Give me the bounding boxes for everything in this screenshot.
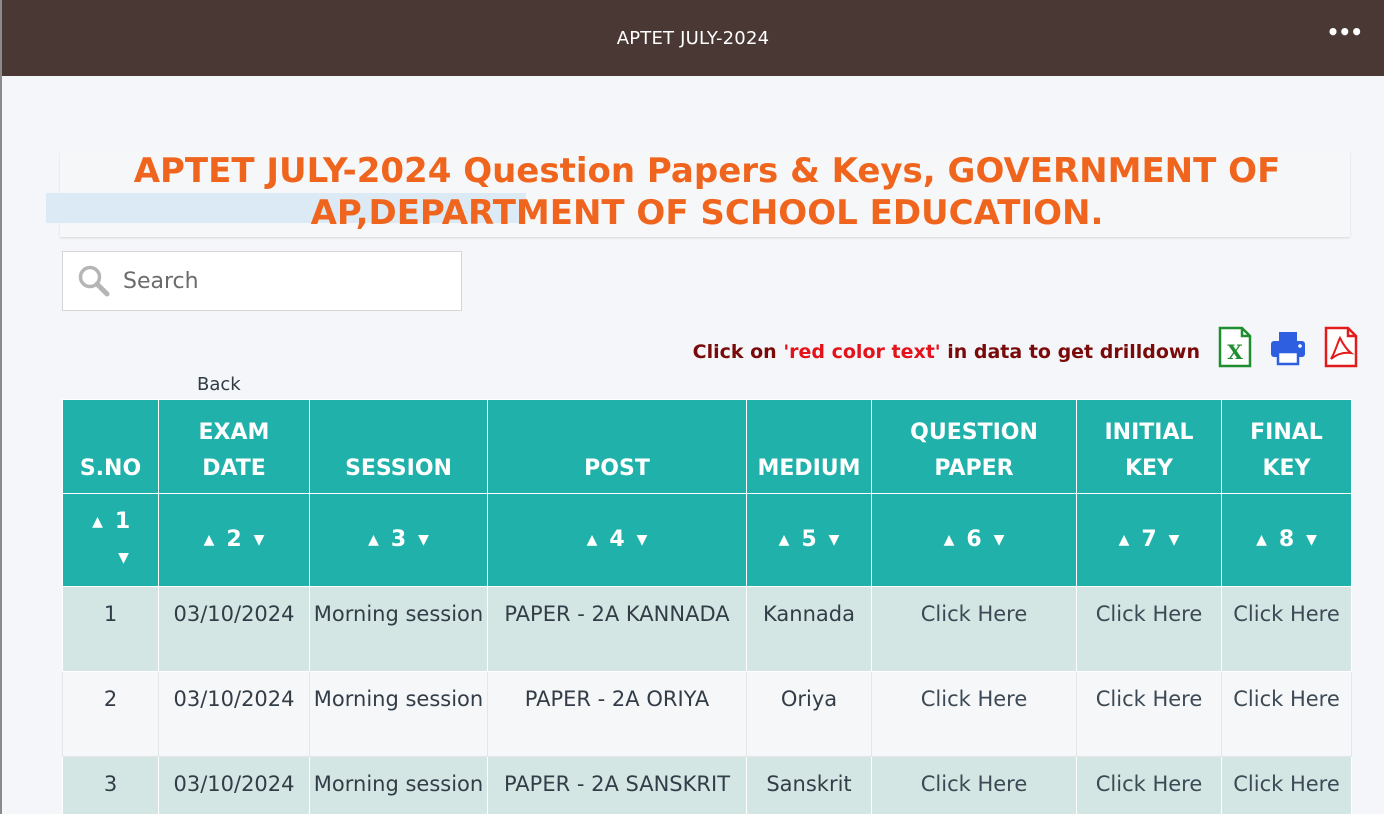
page-title: APTET JULY-2024 Question Papers & Keys, … [133, 151, 1281, 233]
cell-sno: 1 [62, 586, 159, 672]
sort-asc-icon[interactable]: ▲ [779, 522, 790, 558]
question-paper-link[interactable]: Click Here [921, 687, 1028, 711]
sort-desc-icon[interactable]: ▼ [118, 540, 129, 576]
sort-number: 8 [1278, 527, 1295, 552]
cell-initial-key: Click Here [1076, 586, 1222, 672]
initial-key-link[interactable]: Click Here [1096, 772, 1203, 796]
sort-asc-icon[interactable]: ▲ [368, 522, 379, 558]
cell-session: Morning session [309, 671, 488, 757]
col-header-session[interactable]: SESSION [309, 399, 488, 494]
search-input[interactable] [123, 268, 443, 294]
cell-medium: Sanskrit [746, 756, 872, 814]
sort-number: 5 [801, 527, 817, 552]
cell-medium: Oriya [746, 671, 872, 757]
excel-icon[interactable]: X [1216, 326, 1254, 368]
col-header-initial-key[interactable]: INITIAL KEY [1076, 399, 1222, 494]
sort-asc-icon[interactable]: ▲ [204, 522, 215, 558]
cell-medium: Kannada [746, 586, 872, 672]
sort-number: 1 [114, 509, 131, 534]
sort-asc-icon[interactable]: ▲ [944, 522, 955, 558]
initial-key-link[interactable]: Click Here [1096, 687, 1203, 711]
sort-desc-icon[interactable]: ▼ [418, 522, 429, 558]
cell-final-key: Click Here [1221, 586, 1352, 672]
sort-number: 3 [390, 527, 407, 552]
cell-post: PAPER - 2A SANSKRIT [487, 756, 747, 814]
drilldown-note-prefix: Click on [692, 341, 784, 363]
search-icon [78, 265, 110, 297]
initial-key-link[interactable]: Click Here [1096, 602, 1203, 626]
cell-post: PAPER - 2A KANNADA [487, 586, 747, 672]
export-toolbar: X [1216, 326, 1360, 368]
more-horizontal-icon[interactable]: ••• [1327, 22, 1363, 42]
cell-sno: 2 [62, 671, 159, 757]
sort-cell-1: ▲ 1 ▼ [62, 493, 159, 587]
drilldown-note: Click on 'red color text' in data to get… [693, 341, 1200, 363]
cell-question-paper: Click Here [871, 756, 1077, 814]
svg-text:X: X [1227, 340, 1243, 364]
cell-exam-date: 03/10/2024 [158, 586, 310, 672]
drilldown-note-highlight: 'red color text' [783, 341, 941, 363]
pdf-icon[interactable] [1322, 326, 1360, 368]
sort-asc-icon[interactable]: ▲ [587, 522, 598, 558]
sort-desc-icon[interactable]: ▼ [254, 522, 265, 558]
table-row: 1 03/10/2024 Morning session PAPER - 2A … [62, 586, 1352, 672]
sort-desc-icon[interactable]: ▼ [637, 522, 648, 558]
sort-desc-icon[interactable]: ▼ [829, 522, 840, 558]
table-row: 3 03/10/2024 Morning session PAPER - 2A … [62, 756, 1352, 814]
sort-asc-icon[interactable]: ▲ [1119, 522, 1130, 558]
cell-final-key: Click Here [1221, 671, 1352, 757]
cell-final-key: Click Here [1221, 756, 1352, 814]
col-header-medium[interactable]: MEDIUM [746, 399, 872, 494]
sort-desc-icon[interactable]: ▼ [1306, 522, 1317, 558]
search-box[interactable] [62, 251, 462, 311]
sort-desc-icon[interactable]: ▼ [1169, 522, 1180, 558]
sort-cell-7: ▲ 7 ▼ [1076, 493, 1222, 587]
col-header-post[interactable]: POST [487, 399, 747, 494]
final-key-link[interactable]: Click Here [1233, 602, 1340, 626]
cell-question-paper: Click Here [871, 671, 1077, 757]
cell-post: PAPER - 2A ORIYA [487, 671, 747, 757]
cell-initial-key: Click Here [1076, 671, 1222, 757]
cell-initial-key: Click Here [1076, 756, 1222, 814]
app-title: APTET JULY-2024 [616, 27, 770, 49]
sort-cell-8: ▲ 8 ▼ [1221, 493, 1352, 587]
page: APTET JULY-2024 ••• APTET JULY-2024 Ques… [0, 0, 1384, 814]
sort-row: ▲ 1 ▼ ▲ 2 ▼ ▲ 3 ▼ ▲ 4 ▼ ▲ 5 ▼ ▲ 6 ▼ ▲ 7 ▼ ▲ 8 ▼ [62, 493, 1352, 587]
sort-cell-5: ▲ 5 ▼ [746, 493, 872, 587]
back-link[interactable]: Back [197, 374, 241, 395]
final-key-link[interactable]: Click Here [1233, 772, 1340, 796]
table-row: 2 03/10/2024 Morning session PAPER - 2A … [62, 671, 1352, 757]
question-paper-link[interactable]: Click Here [921, 602, 1028, 626]
cell-question-paper: Click Here [871, 586, 1077, 672]
top-bar: APTET JULY-2024 ••• [2, 0, 1384, 76]
sort-number: 2 [226, 527, 242, 552]
sort-cell-3: ▲ 3 ▼ [309, 493, 488, 587]
sort-cell-4: ▲ 4 ▼ [487, 493, 747, 587]
sort-desc-icon[interactable]: ▼ [994, 522, 1005, 558]
sort-cell-6: ▲ 6 ▼ [871, 493, 1077, 587]
col-header-final-key[interactable]: FINAL KEY [1221, 399, 1352, 494]
cell-session: Morning session [309, 756, 488, 814]
cell-session: Morning session [309, 586, 488, 672]
print-icon[interactable] [1269, 326, 1307, 368]
cell-exam-date: 03/10/2024 [158, 756, 310, 814]
question-paper-link[interactable]: Click Here [921, 772, 1028, 796]
sort-cell-2: ▲ 2 ▼ [158, 493, 310, 587]
col-header-sno[interactable]: S.NO [62, 399, 159, 494]
drilldown-note-suffix: in data to get drilldown [940, 341, 1200, 363]
sort-asc-icon[interactable]: ▲ [92, 504, 103, 540]
final-key-link[interactable]: Click Here [1233, 687, 1340, 711]
col-header-question-paper[interactable]: QUESTION PAPER [871, 399, 1077, 494]
cell-sno: 3 [62, 756, 159, 814]
cell-exam-date: 03/10/2024 [158, 671, 310, 757]
col-header-exam-date[interactable]: EXAM DATE [158, 399, 310, 494]
data-table: S.NO EXAM DATE SESSION POST MEDIUM QUEST… [62, 399, 1352, 814]
sort-number: 4 [609, 527, 625, 552]
sort-number: 7 [1141, 527, 1157, 552]
sort-number: 6 [966, 527, 982, 552]
sort-asc-icon[interactable]: ▲ [1256, 522, 1267, 558]
